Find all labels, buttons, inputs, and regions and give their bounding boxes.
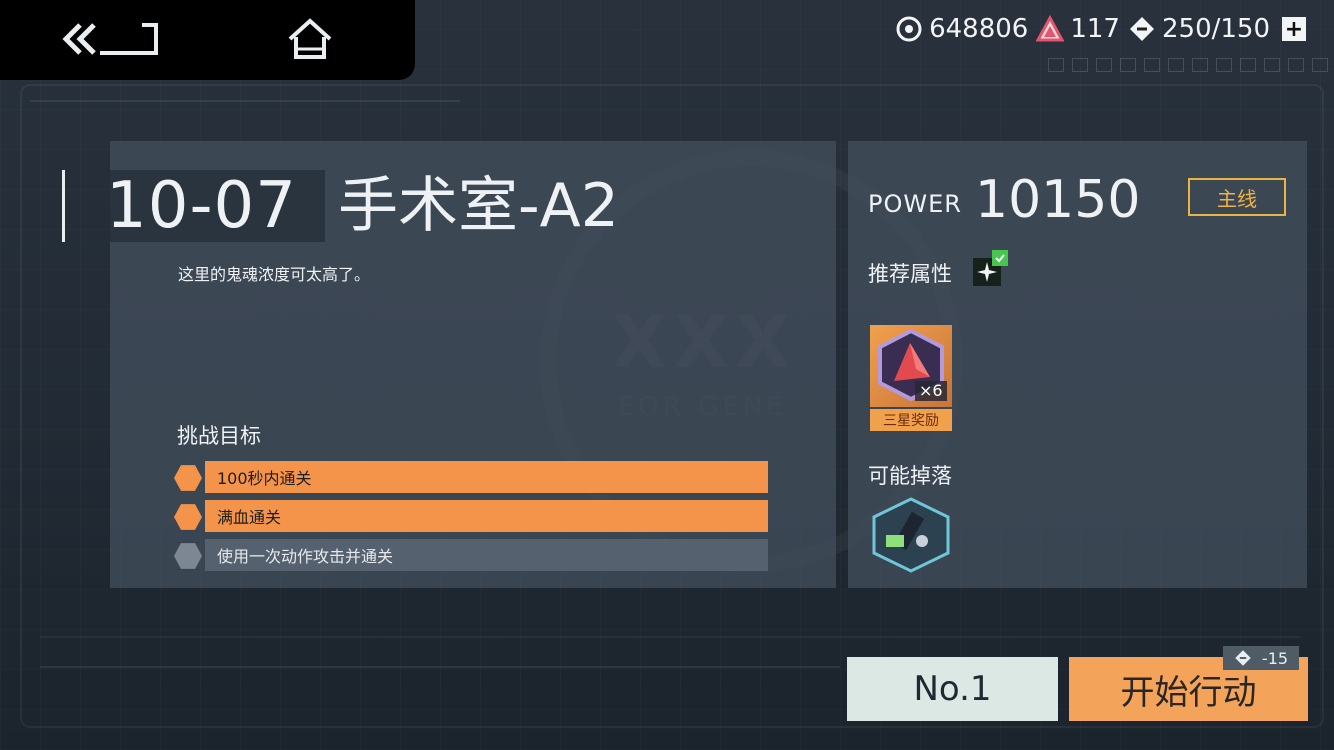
- objective-complete-icon: [174, 504, 202, 530]
- weapon-part-drop-icon: [872, 497, 950, 573]
- crystal-counter: 117: [1036, 14, 1120, 44]
- crystal-value: 117: [1070, 14, 1120, 44]
- check-icon: [992, 250, 1008, 266]
- drop-item-button[interactable]: [868, 495, 954, 575]
- objective-label: 使用一次动作攻击并通关: [205, 539, 768, 571]
- objective-label: 100秒内通关: [205, 461, 768, 493]
- mainline-tag: 主线: [1188, 178, 1286, 216]
- reward-count: ×6: [915, 381, 947, 401]
- top-nav: [0, 0, 415, 80]
- power-label: POWER: [868, 190, 962, 218]
- home-icon: [288, 18, 332, 59]
- reward-tag: 三星奖励: [870, 409, 952, 431]
- title-accent-bar: [62, 170, 65, 242]
- rank-button-label: No.1: [913, 669, 992, 709]
- background-line: [40, 636, 1300, 638]
- home-button[interactable]: [286, 14, 340, 64]
- objective-complete-icon: [174, 465, 202, 491]
- stage-name: 手术室-A2: [338, 171, 619, 241]
- start-action-label: 开始行动: [1120, 672, 1257, 713]
- ticket-icon: [1129, 17, 1154, 41]
- stamina-value: 250/150: [1161, 14, 1270, 44]
- objective-label: 满血通关: [205, 500, 768, 532]
- add-stamina-button[interactable]: +: [1282, 17, 1306, 42]
- power-value: 10150: [975, 170, 1141, 230]
- background-line: [40, 666, 840, 668]
- rank-button[interactable]: No.1: [847, 657, 1058, 721]
- recommended-attribute-label: 推荐属性: [868, 262, 952, 286]
- stage-number: 10-07: [106, 169, 297, 243]
- stamina-cost-badge: -15: [1223, 646, 1299, 670]
- coin-icon: [896, 16, 922, 42]
- objective-item: 使用一次动作攻击并通关: [174, 539, 768, 571]
- ticket-icon: [1235, 650, 1251, 666]
- background-line: [30, 100, 460, 102]
- possible-drop-label: 可能掉落: [868, 464, 952, 488]
- stamina-cost-value: -15: [1261, 648, 1289, 668]
- mainline-tag-label: 主线: [1217, 186, 1257, 211]
- objective-item: 100秒内通关: [174, 461, 768, 493]
- background-squares: [1048, 58, 1334, 72]
- double-chevron-back-icon: [62, 23, 158, 55]
- stamina-counter: 250/150: [1128, 14, 1270, 44]
- objective-item: 满血通关: [174, 500, 768, 532]
- back-button[interactable]: [60, 14, 170, 64]
- coin-value: 648806: [929, 14, 1029, 44]
- stage-description: 这里的鬼魂浓度可太高了。: [178, 265, 371, 284]
- crystal-icon: [1036, 15, 1065, 42]
- coin-counter: 648806: [895, 14, 1028, 44]
- resource-bar: 648806 117 250/150 +: [895, 12, 1306, 46]
- objective-incomplete-icon: [174, 543, 202, 569]
- objectives-title: 挑战目标: [177, 424, 261, 448]
